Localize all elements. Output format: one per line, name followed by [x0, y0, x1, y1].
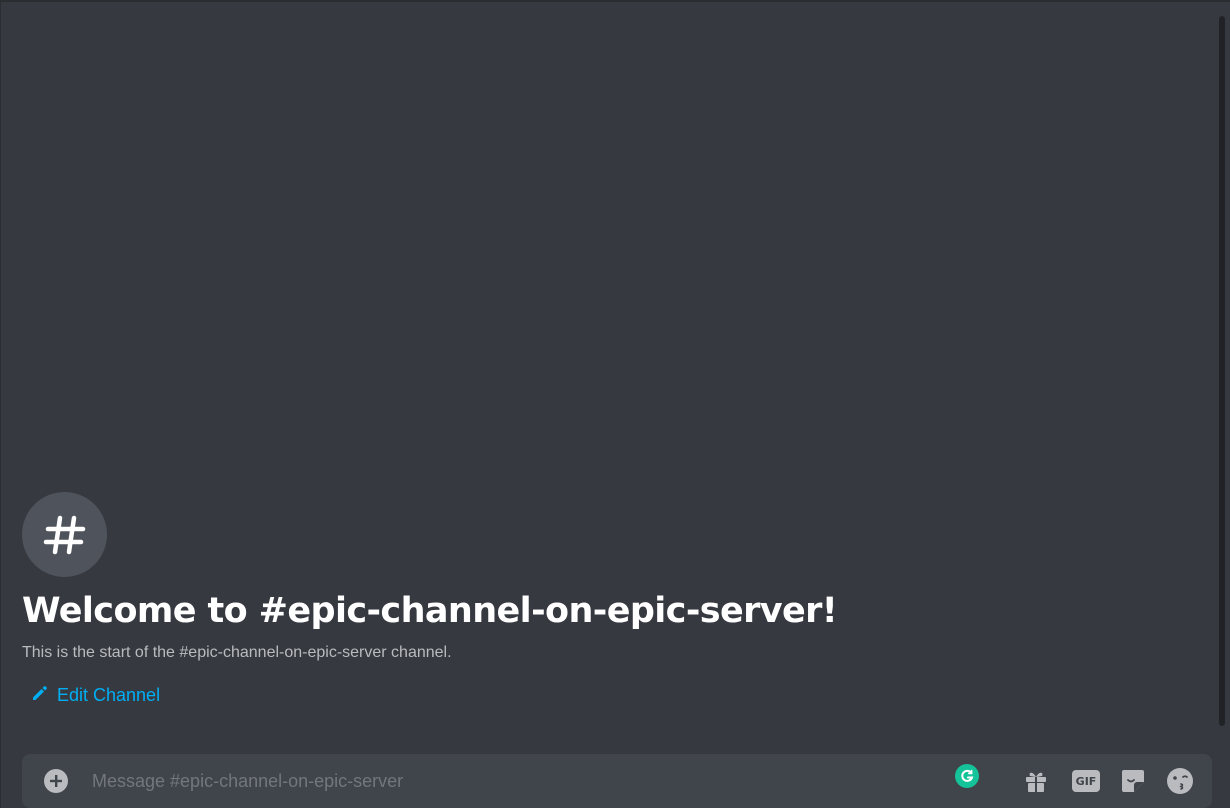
grammarly-icon[interactable]	[955, 764, 979, 788]
gif-label: GIF	[1072, 770, 1100, 792]
sticker-icon[interactable]	[1119, 767, 1147, 795]
welcome-title: Welcome to #epic-channel-on-epic-server!	[22, 591, 838, 631]
welcome-subtitle: This is the start of the #epic-channel-o…	[22, 644, 452, 661]
edit-channel-label: Edit Channel	[57, 685, 161, 705]
hash-icon	[22, 492, 107, 577]
plus-circle-icon[interactable]	[44, 769, 68, 793]
emoji-icon[interactable]	[1166, 767, 1194, 795]
gift-icon[interactable]	[1022, 767, 1050, 795]
message-composer: GIF	[22, 754, 1212, 808]
message-input[interactable]	[92, 769, 792, 793]
chat-window: Welcome to #epic-channel-on-epic-server!…	[0, 0, 1230, 808]
message-scrollbar[interactable]	[1218, 2, 1226, 746]
channel-welcome: Welcome to #epic-channel-on-epic-server!…	[22, 492, 838, 707]
gif-icon[interactable]: GIF	[1072, 767, 1100, 795]
scrollbar-thumb[interactable]	[1219, 16, 1225, 726]
pencil-icon	[31, 684, 49, 707]
edit-channel-link[interactable]: Edit Channel	[31, 684, 160, 707]
